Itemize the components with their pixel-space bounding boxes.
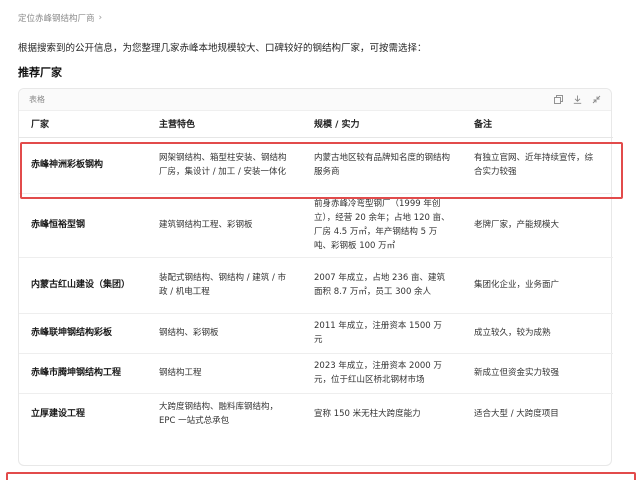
col-header-scale: 规模 / 实力 bbox=[302, 111, 462, 138]
cell-note: 新成立但资金实力较强 bbox=[462, 353, 613, 394]
table-row: 赤峰市腾坤钢结构工程 钢结构工程 2023 年成立，注册资本 2000 万元，位… bbox=[19, 353, 613, 394]
table-label: 表格 bbox=[29, 95, 45, 104]
table-row: 赤峰联坤钢结构彩板 钢结构、彩钢板 2011 年成立，注册资本 1500 万元 … bbox=[19, 313, 613, 354]
table-row: 立厚建设工程 大跨度钢结构、融料库钢结构，EPC 一站式总承包 宣称 150 米… bbox=[19, 393, 613, 435]
cell-scale: 2023 年成立，注册资本 2000 万元，位于红山区桥北钢材市场 bbox=[302, 353, 462, 394]
download-icon[interactable] bbox=[572, 95, 582, 105]
table-tools bbox=[553, 95, 601, 105]
table-row: 内蒙古红山建设（集团） 装配式钢结构、钢结构 / 建筑 / 市政 / 机电工程 … bbox=[19, 257, 613, 314]
cell-name: 内蒙古红山建设（集团） bbox=[19, 257, 147, 314]
table-header-row: 厂家 主营特色 规模 / 实力 备注 bbox=[19, 111, 613, 138]
col-header-manufacturer: 厂家 bbox=[19, 111, 147, 138]
col-header-feature: 主营特色 bbox=[147, 111, 302, 138]
cell-name: 赤峰神洲彩板钢构 bbox=[19, 137, 147, 194]
cell-note: 有独立官网、近年持续宣传，综合实力较强 bbox=[462, 137, 613, 194]
cell-feature: 大跨度钢结构、融料库钢结构，EPC 一站式总承包 bbox=[159, 402, 279, 427]
table-header-bar: 表格 bbox=[19, 89, 611, 111]
cell-feature: 建筑钢结构工程、彩钢板 bbox=[147, 193, 302, 258]
cell-name: 立厚建设工程 bbox=[31, 409, 86, 420]
table-row: 赤峰神洲彩板钢构 网架钢结构、箱型柱安装、钢结构厂房，集设计 / 加工 / 安装… bbox=[19, 137, 613, 194]
highlight-box-bottom bbox=[6, 472, 636, 480]
cell-scale: 2011 年成立，注册资本 1500 万元 bbox=[302, 313, 462, 354]
cell-scale: 内蒙古地区较有品牌知名度的钢结构服务商 bbox=[302, 137, 462, 194]
col-header-note: 备注 bbox=[462, 111, 613, 138]
cell-note: 老牌厂家，产能规模大 bbox=[462, 193, 613, 258]
cell-feature: 网架钢结构、箱型柱安装、钢结构厂房，集设计 / 加工 / 安装一体化 bbox=[147, 137, 302, 194]
copy-icon[interactable] bbox=[553, 95, 563, 105]
cell-note: 适合大型 / 大跨度项目 bbox=[474, 409, 559, 420]
intro-text: 根据搜索到的公开信息，为您整理几家赤峰本地规模较大、口碑较好的钢结构厂家，可按需… bbox=[18, 43, 427, 54]
cell-note: 集团化企业，业务面广 bbox=[462, 257, 613, 314]
cell-name: 赤峰联坤钢结构彩板 bbox=[19, 313, 147, 354]
table-card: 表格 厂家 主营特色 规模 / 实力 备注 赤峰神洲彩板钢构 网架钢结构、箱型柱… bbox=[18, 88, 613, 466]
cell-name: 赤峰市腾坤钢结构工程 bbox=[19, 353, 147, 394]
breadcrumb[interactable]: 定位赤峰钢结构厂商 › bbox=[18, 12, 102, 24]
breadcrumb-text[interactable]: 定位赤峰钢结构厂商 bbox=[18, 12, 95, 24]
cell-note: 成立较久，较为成熟 bbox=[462, 313, 613, 354]
cell-scale: 宣称 150 米无柱大跨度能力 bbox=[314, 409, 421, 420]
cell-scale: 前身赤峰冷弯型钢厂（1999 年创立），经营 20 余年；占地 120 亩、厂房… bbox=[302, 193, 462, 258]
cell-feature: 钢结构工程 bbox=[147, 353, 302, 394]
cell-scale: 2007 年成立，占地 236 亩、建筑面积 8.7 万㎡，员工 300 余人 bbox=[302, 257, 462, 314]
section-title: 推荐厂家 bbox=[18, 66, 62, 79]
cell-name: 赤峰恒裕型钢 bbox=[19, 193, 147, 258]
cell-feature: 钢结构、彩钢板 bbox=[147, 313, 302, 354]
cell-feature: 装配式钢结构、钢结构 / 建筑 / 市政 / 机电工程 bbox=[147, 257, 302, 314]
collapse-icon[interactable] bbox=[591, 95, 601, 105]
chevron-right-icon: › bbox=[98, 13, 103, 23]
table-row: 赤峰恒裕型钢 建筑钢结构工程、彩钢板 前身赤峰冷弯型钢厂（1999 年创立），经… bbox=[19, 193, 613, 258]
manufacturer-table: 厂家 主营特色 规模 / 实力 备注 赤峰神洲彩板钢构 网架钢结构、箱型柱安装、… bbox=[19, 111, 613, 435]
